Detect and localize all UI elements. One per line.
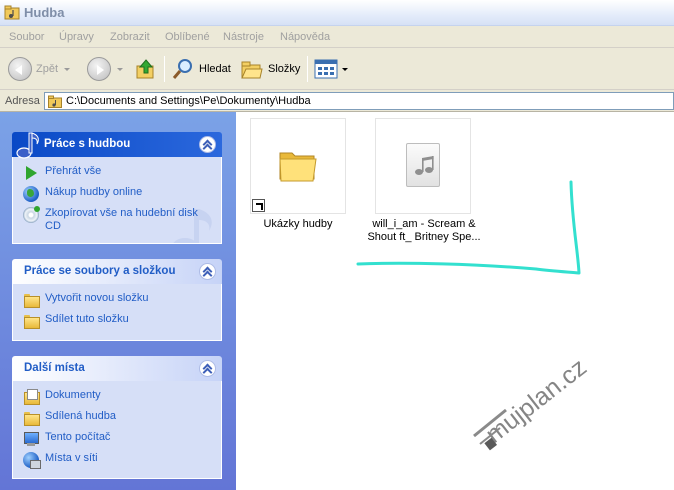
file-item-sample-music-label[interactable]: Ukázky hudby: [238, 218, 358, 231]
globe-icon: [23, 186, 39, 202]
file-folder-tasks-title: Práce se soubory a složkou: [24, 265, 176, 277]
back-arrow-icon: [8, 57, 32, 81]
other-places-header[interactable]: Další místa: [12, 356, 222, 381]
forward-dropdown-icon[interactable]: [117, 67, 123, 71]
folders-button[interactable]: Složky: [240, 55, 300, 83]
network-places-link[interactable]: Místa v síti: [23, 452, 213, 469]
music-note-icon: [16, 132, 39, 159]
task-pane: Práce s hudbou Přehrát vše Nákup hudby o…: [0, 112, 236, 490]
folders-label: Složky: [268, 63, 301, 75]
buy-music-label: Nákup hudby online: [45, 186, 143, 198]
up-folder-icon: [136, 59, 154, 79]
shared-music-label: Sdílená hudba: [45, 410, 116, 422]
play-all-link[interactable]: Přehrát vše: [23, 165, 213, 181]
forward-arrow-icon: [87, 57, 111, 81]
collapse-chevron-icon[interactable]: [199, 360, 216, 377]
back-dropdown-icon[interactable]: [64, 67, 71, 71]
collapse-chevron-icon[interactable]: [199, 136, 216, 153]
other-places-panel: Další místa Dokumenty Sdílená hudba Tent…: [12, 356, 222, 479]
file-folder-tasks-body: Vytvořit novou složku Sdílet tuto složku: [12, 284, 222, 341]
shared-music-folder-icon: [23, 410, 40, 426]
buy-music-online-link[interactable]: Nákup hudby online: [23, 186, 213, 202]
network-icon: [23, 452, 41, 469]
title-bar[interactable]: Hudba: [0, 0, 674, 26]
file-item-sample-music-thumb[interactable]: [250, 118, 346, 214]
menu-bar: Soubor Úpravy Zobrazit Oblíbené Nástroje…: [0, 26, 674, 48]
copy-to-cd-link[interactable]: Zkopírovat vše na hudební disk CD: [23, 206, 213, 233]
forward-button[interactable]: [87, 55, 123, 83]
search-label: Hledat: [199, 63, 231, 75]
folder-icon: [279, 152, 317, 182]
share-folder-link[interactable]: Sdílet tuto složku: [23, 313, 213, 329]
menu-help[interactable]: Nápověda: [280, 31, 330, 43]
network-places-label: Místa v síti: [45, 452, 98, 464]
play-all-label: Přehrát vše: [45, 165, 102, 177]
shortcut-arrow-icon: [252, 199, 265, 212]
views-button[interactable]: [314, 55, 348, 83]
share-folder-icon: [23, 313, 40, 329]
window-title: Hudba: [24, 5, 65, 20]
shared-music-link[interactable]: Sdílená hudba: [23, 410, 213, 426]
new-folder-label: Vytvořit novou složku: [45, 292, 149, 304]
menu-edit[interactable]: Úpravy: [59, 31, 94, 43]
other-places-title: Další místa: [24, 362, 85, 374]
new-folder-icon: [23, 292, 40, 308]
back-button[interactable]: Zpět: [8, 55, 71, 83]
up-folder-button[interactable]: [134, 55, 158, 83]
computer-icon: [23, 431, 39, 447]
new-folder-link[interactable]: Vytvořit novou složku: [23, 292, 213, 308]
address-input[interactable]: C:\Documents and Settings\Pe\Dokumenty\H…: [44, 92, 674, 110]
address-bar: Adresa C:\Documents and Settings\Pe\Doku…: [0, 90, 674, 112]
back-label: Zpět: [36, 63, 59, 75]
address-path: C:\Documents and Settings\Pe\Dokumenty\H…: [66, 95, 311, 107]
share-folder-label: Sdílet tuto složku: [45, 313, 129, 325]
annotation-stroke: [356, 180, 581, 275]
search-button[interactable]: Hledat: [171, 55, 231, 83]
file-folder-tasks-header[interactable]: Práce se soubory a složkou: [12, 259, 222, 284]
play-icon: [23, 165, 39, 181]
copy-to-cd-label: Zkopírovat vše na hudební disk CD: [45, 207, 198, 232]
watermark-text: mujplan.cz: [480, 353, 591, 449]
file-folder-tasks-panel: Práce se soubory a složkou Vytvořit novo…: [12, 259, 222, 341]
menu-file[interactable]: Soubor: [9, 31, 44, 43]
music-tasks-title: Práce s hudbou: [44, 138, 131, 150]
menu-favorites[interactable]: Oblíbené: [165, 31, 210, 43]
toolbar: Zpět Hledat Složky: [0, 48, 674, 90]
menu-tools[interactable]: Nástroje: [223, 31, 264, 43]
documents-label: Dokumenty: [45, 389, 101, 401]
other-places-body: Dokumenty Sdílená hudba Tento počítač Mí…: [12, 381, 222, 479]
folder-music-icon: [48, 95, 62, 108]
music-tasks-panel: Práce s hudbou Přehrát vše Nákup hudby o…: [12, 132, 222, 244]
views-dropdown-icon[interactable]: [342, 67, 348, 71]
cd-icon: [23, 206, 40, 223]
my-computer-link[interactable]: Tento počítač: [23, 431, 213, 447]
address-label: Adresa: [5, 95, 40, 107]
folders-icon: [241, 61, 263, 79]
menu-view[interactable]: Zobrazit: [110, 31, 150, 43]
documents-folder-icon: [23, 389, 40, 405]
search-icon: [172, 59, 192, 79]
views-icon: [314, 59, 338, 79]
folder-music-icon: [4, 5, 20, 20]
watermark-logo: mujplan.cz: [473, 353, 592, 451]
collapse-chevron-icon[interactable]: [199, 263, 216, 280]
music-tasks-body: Přehrát vše Nákup hudby online Zkopírova…: [12, 157, 222, 244]
my-computer-label: Tento počítač: [45, 431, 111, 443]
documents-link[interactable]: Dokumenty: [23, 389, 213, 405]
